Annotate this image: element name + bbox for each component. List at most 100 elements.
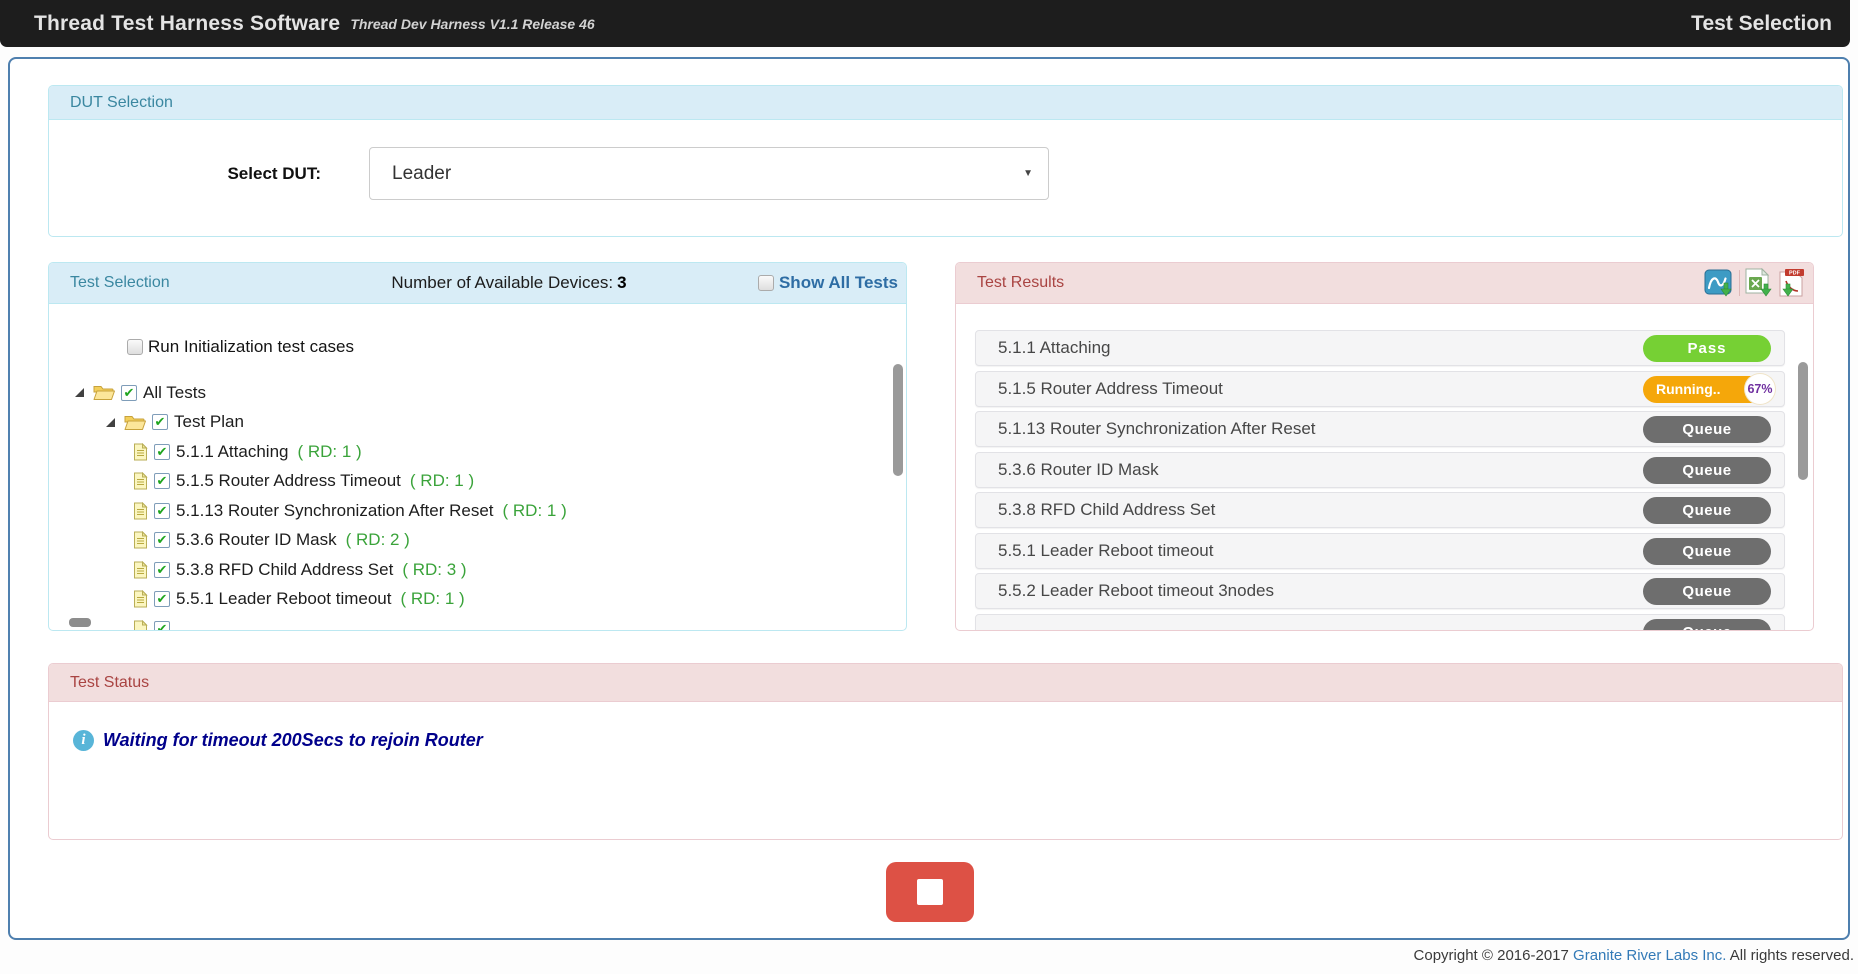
- folder-icon: [93, 384, 115, 401]
- result-row[interactable]: 5.5.2 Leader Reboot timeout 3nodes Queue: [975, 573, 1785, 609]
- test-tree-body: Run Initialization test cases All Tests …: [49, 304, 906, 630]
- tree-checkbox[interactable]: [154, 444, 170, 460]
- progress-percent: 67%: [1745, 374, 1775, 404]
- status-message: Waiting for timeout 200Secs to rejoin Ro…: [103, 730, 483, 751]
- status-badge-pass: Pass: [1643, 335, 1771, 362]
- available-devices-label: Number of Available Devices:3: [329, 263, 689, 303]
- icon-separator: [1739, 270, 1740, 296]
- test-status-panel-header: Test Status: [49, 664, 1842, 702]
- run-initialization-toggle[interactable]: Run Initialization test cases: [127, 332, 892, 362]
- excel-report-download-icon[interactable]: [1745, 268, 1772, 298]
- tree-item-rd: ( RD: 1 ): [410, 471, 474, 491]
- results-vertical-scrollbar[interactable]: [1798, 362, 1808, 480]
- tree-item-label: 5.1.1 Attaching: [176, 442, 288, 462]
- result-row[interactable]: 5.1.5 Router Address Timeout Running.. 6…: [975, 371, 1785, 407]
- tree-item-rd: ( RD: 1 ): [503, 501, 567, 521]
- tree-item[interactable]: 5.1.5 Router Address Timeout ( RD: 1 ): [49, 467, 892, 497]
- copyright-prefix: Copyright © 2016-2017: [1414, 947, 1574, 964]
- tree-item-label: 5.1.5 Router Address Timeout: [176, 471, 401, 491]
- stop-button[interactable]: [886, 862, 974, 922]
- test-selection-panel: Test Selection Number of Available Devic…: [48, 262, 907, 631]
- available-devices-count: 3: [617, 273, 626, 292]
- document-icon: [133, 620, 148, 630]
- show-all-tests-checkbox[interactable]: [758, 275, 774, 291]
- running-label: Running..: [1656, 381, 1721, 397]
- screen: Thread Test Harness Software Thread Dev …: [0, 0, 1858, 974]
- tree-vertical-scrollbar[interactable]: [893, 364, 903, 476]
- copyright-suffix: All rights reserved.: [1726, 947, 1854, 964]
- tree-item[interactable]: 5.3.8 RFD Child Address Set ( RD: 3 ): [49, 555, 892, 585]
- tree-item-partial[interactable]: [49, 614, 892, 630]
- test-results-list: 5.1.1 Attaching Pass 5.1.5 Router Addres…: [975, 330, 1785, 630]
- result-test-name: 5.5.2 Leader Reboot timeout 3nodes: [998, 581, 1274, 601]
- tree-item-label: 5.3.6 Router ID Mask: [176, 530, 337, 550]
- test-selection-panel-header: Test Selection Number of Available Devic…: [49, 263, 906, 304]
- company-link[interactable]: Granite River Labs Inc.: [1573, 947, 1726, 964]
- tree-checkbox[interactable]: [154, 562, 170, 578]
- status-message-line: i Waiting for timeout 200Secs to rejoin …: [73, 730, 483, 751]
- tree-checkbox[interactable]: [154, 532, 170, 548]
- tree-item[interactable]: 5.3.6 Router ID Mask ( RD: 2 ): [49, 526, 892, 556]
- pdf-report-download-icon[interactable]: PDF: [1777, 268, 1805, 298]
- result-row[interactable]: 5.3.8 RFD Child Address Set Queue: [975, 492, 1785, 528]
- test-results-panel-title: Test Results: [977, 274, 1064, 292]
- tree-item-label: Test Plan: [174, 412, 244, 432]
- result-row[interactable]: 5.1.13 Router Synchronization After Rese…: [975, 411, 1785, 447]
- tree-item-all-tests[interactable]: All Tests: [49, 378, 892, 408]
- status-badge-running: Running.. 67%: [1643, 376, 1771, 403]
- run-initialization-checkbox[interactable]: [127, 339, 143, 355]
- tree-item[interactable]: 5.5.1 Leader Reboot timeout ( RD: 1 ): [49, 585, 892, 615]
- main-container: DUT Selection Select DUT: Leader ▼ Test …: [8, 57, 1850, 940]
- svg-text:PDF: PDF: [1789, 271, 1801, 277]
- expand-arrow-icon[interactable]: [106, 418, 115, 427]
- test-status-panel-title: Test Status: [70, 674, 149, 692]
- app-title: Thread Test Harness Software: [34, 12, 340, 36]
- tree-checkbox[interactable]: [152, 414, 168, 430]
- tree-checkbox[interactable]: [154, 503, 170, 519]
- result-test-name: 5.3.8 RFD Child Address Set: [998, 500, 1215, 520]
- dut-select-wrap: Leader ▼: [369, 147, 1049, 200]
- info-icon: i: [73, 730, 94, 751]
- document-icon: [133, 531, 148, 549]
- result-row-partial[interactable]: Queue: [975, 614, 1785, 631]
- expand-arrow-icon[interactable]: [75, 388, 84, 397]
- result-test-name: 5.1.13 Router Synchronization After Rese…: [998, 419, 1316, 439]
- test-results-panel-header: Test Results: [956, 263, 1813, 304]
- test-selection-panel-title: Test Selection: [70, 274, 170, 292]
- app-version-subtitle: Thread Dev Harness V1.1 Release 46: [350, 16, 594, 32]
- tree-horizontal-scrollbar[interactable]: [69, 618, 91, 627]
- tree-checkbox[interactable]: [154, 621, 170, 630]
- result-row[interactable]: 5.3.6 Router ID Mask Queue: [975, 452, 1785, 488]
- result-row[interactable]: 5.5.1 Leader Reboot timeout Queue: [975, 533, 1785, 569]
- test-status-panel: Test Status i Waiting for timeout 200Sec…: [48, 663, 1843, 840]
- run-initialization-label: Run Initialization test cases: [148, 337, 354, 357]
- tree-item-rd: ( RD: 2 ): [346, 530, 410, 550]
- tree-checkbox[interactable]: [154, 591, 170, 607]
- status-badge-queue: Queue: [1643, 619, 1771, 631]
- result-test-name: 5.1.5 Router Address Timeout: [998, 379, 1223, 399]
- tree-item-label: 5.3.8 RFD Child Address Set: [176, 560, 393, 580]
- dut-select[interactable]: Leader: [369, 147, 1049, 200]
- result-test-name: 5.1.1 Attaching: [998, 338, 1110, 358]
- tree-item[interactable]: 5.1.13 Router Synchronization After Rese…: [49, 496, 892, 526]
- tree-item-rd: ( RD: 3 ): [402, 560, 466, 580]
- tree-item-label: 5.1.13 Router Synchronization After Rese…: [176, 501, 494, 521]
- status-badge-queue: Queue: [1643, 416, 1771, 443]
- footer-copyright: Copyright © 2016-2017 Granite River Labs…: [1414, 947, 1854, 964]
- tree-item-test-plan[interactable]: Test Plan: [49, 408, 892, 438]
- tree-item-rd: ( RD: 1 ): [400, 589, 464, 609]
- result-test-name: 5.3.6 Router ID Mask: [998, 460, 1159, 480]
- document-icon: [133, 472, 148, 490]
- tree-item[interactable]: 5.1.1 Attaching ( RD: 1 ): [49, 437, 892, 467]
- tree-item-label: All Tests: [143, 383, 206, 403]
- show-all-tests-label: Show All Tests: [779, 273, 898, 293]
- tree-item-rd: ( RD: 1 ): [297, 442, 361, 462]
- tree-checkbox[interactable]: [154, 473, 170, 489]
- status-badge-queue: Queue: [1643, 538, 1771, 565]
- wireshark-capture-download-icon[interactable]: [1704, 269, 1734, 298]
- document-icon: [133, 443, 148, 461]
- result-row[interactable]: 5.1.1 Attaching Pass: [975, 330, 1785, 366]
- available-devices-text: Number of Available Devices:: [391, 273, 613, 292]
- show-all-tests-toggle[interactable]: Show All Tests: [758, 263, 898, 303]
- tree-checkbox[interactable]: [121, 385, 137, 401]
